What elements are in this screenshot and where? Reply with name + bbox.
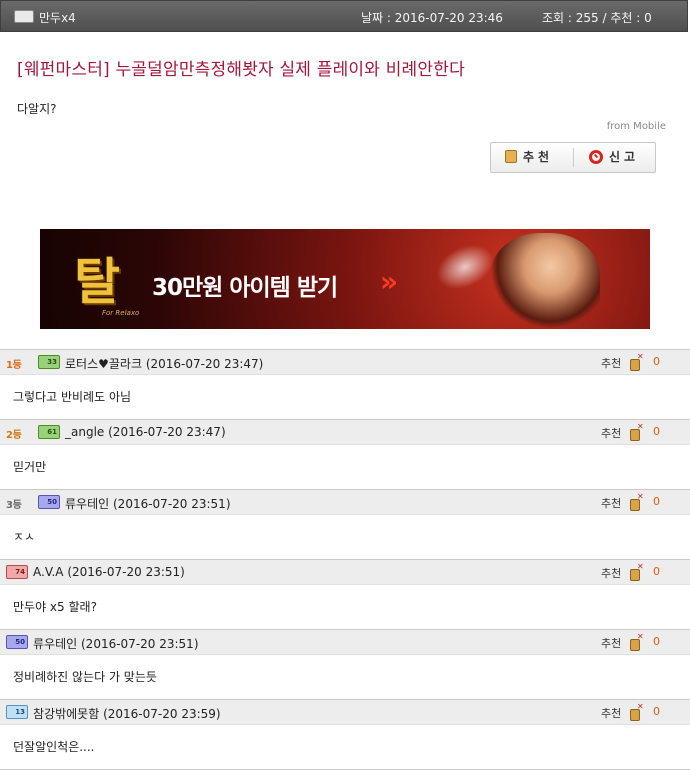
level-badge-icon: 61 xyxy=(38,425,60,439)
comment-item: 3등 50 류우테인 (2016-07-20 23:51) 추천 0 ㅈㅅ xyxy=(0,490,690,560)
stats-separator: / xyxy=(598,11,611,25)
comment-author[interactable]: 류우테인 xyxy=(65,497,109,511)
comment-item: 13 참강밖에못함 (2016-07-20 23:59) 추천 0 던잘알인척은.... xyxy=(0,700,690,770)
comment-time: (2016-07-20 23:59) xyxy=(103,707,221,721)
recommend-icon[interactable] xyxy=(629,632,644,651)
comment-recommend-count: 0 xyxy=(653,565,660,578)
comment-recommend-label[interactable]: 추천 xyxy=(601,565,621,581)
comment-text: 믿거만 xyxy=(13,460,47,474)
comment-header: 74 A.V.A (2016-07-20 23:51) 추천 0 xyxy=(0,560,690,585)
comment-author[interactable]: A.V.A xyxy=(33,565,64,579)
views-label: 조회 : xyxy=(542,11,576,25)
comment-recommend-count: 0 xyxy=(653,425,660,438)
comment-item: 50 류우테인 (2016-07-20 23:51) 추천 0 정비례하진 않는다 가 … xyxy=(0,630,690,700)
comment-header: 1등 33 로터스♥끌라크 (2016-07-20 23:47) 추천 0 xyxy=(0,350,690,375)
post-actions: 추천 신고 xyxy=(490,142,656,173)
recs-label: 추천 : xyxy=(610,11,645,25)
post-date: 날짜 : 2016-07-20 23:46 xyxy=(361,9,503,26)
banner-brand: For Relaxo xyxy=(102,309,140,317)
comment-rank: 2등 xyxy=(6,430,22,441)
report-label: 신고 xyxy=(609,150,640,164)
comment-text: 만두야 x5 할래? xyxy=(13,600,97,614)
date-label: 날짜 : xyxy=(361,11,395,25)
chevron-right-icon: » xyxy=(380,265,398,298)
comment-author-line: 참강밖에못함 (2016-07-20 23:59) xyxy=(33,705,221,722)
recommend-icon[interactable] xyxy=(629,492,644,511)
post-author[interactable]: 만두x4 xyxy=(39,9,76,26)
level-badge-icon: 50 xyxy=(38,495,60,509)
post-header-bar: 만두x4 날짜 : 2016-07-20 23:46 조회 : 255 / 추천… xyxy=(0,0,688,32)
comment-time: (2016-07-20 23:51) xyxy=(67,565,185,579)
recommend-icon[interactable] xyxy=(629,562,644,581)
comment-recommend-label[interactable]: 추천 xyxy=(601,495,621,511)
comment-rank: 1등 xyxy=(6,360,22,371)
views-value: 255 xyxy=(575,11,599,25)
author-level-icon xyxy=(14,10,34,23)
actions-divider xyxy=(573,148,574,167)
comment-header: 13 참강밖에못함 (2016-07-20 23:59) 추천 0 xyxy=(0,700,690,725)
comment-author[interactable]: _angle xyxy=(65,425,104,439)
comment-header: 3등 50 류우테인 (2016-07-20 23:51) 추천 0 xyxy=(0,490,690,515)
recommend-label: 추천 xyxy=(523,150,554,164)
comment-item: 74 A.V.A (2016-07-20 23:51) 추천 0 만두야 x5 할래? xyxy=(0,560,690,630)
comment-list: 1등 33 로터스♥끌라크 (2016-07-20 23:47) 추천 0 그렇다고 반비… xyxy=(0,349,690,770)
comment-time: (2016-07-20 23:51) xyxy=(113,497,231,511)
comment-recommend-label[interactable]: 추천 xyxy=(601,635,621,651)
date-value: 2016-07-20 23:46 xyxy=(394,11,503,25)
post-body: 다알지? xyxy=(17,102,57,116)
ad-banner[interactable]: 탈 For Relaxo 30만원 아이템 받기 » xyxy=(40,229,650,329)
thumbs-up-icon xyxy=(505,150,517,163)
from-mobile-label: from Mobile xyxy=(606,121,666,132)
no-sign-icon xyxy=(589,150,603,164)
comment-header: 50 류우테인 (2016-07-20 23:51) 추천 0 xyxy=(0,630,690,655)
comment-recommend-label[interactable]: 추천 xyxy=(601,705,621,721)
post-title: [웨펀마스터] 누골덜암만측정해봣자 실제 플레이와 비례안한다 xyxy=(17,60,465,80)
comment-time: (2016-07-20 23:47) xyxy=(108,425,226,439)
recommend-button[interactable]: 추천 xyxy=(505,143,553,172)
comment-text: ㅈㅅ xyxy=(13,530,36,544)
comment-text: 던잘알인척은.... xyxy=(13,740,95,754)
comment-recommend-label[interactable]: 추천 xyxy=(601,355,621,371)
recommend-icon[interactable] xyxy=(629,702,644,721)
comment-item: 1등 33 로터스♥끌라크 (2016-07-20 23:47) 추천 0 그렇다고 반비… xyxy=(0,350,690,420)
comment-recommend-count: 0 xyxy=(653,635,660,648)
comment-author[interactable]: 류우테인 xyxy=(33,637,77,651)
comment-author-line: 로터스♥끌라크 (2016-07-20 23:47) xyxy=(65,355,263,372)
banner-promo-text: 30만원 아이템 받기 xyxy=(152,275,338,301)
recs-value: 0 xyxy=(644,11,652,25)
report-button[interactable]: 신고 xyxy=(589,143,639,172)
level-badge-icon: 13 xyxy=(6,705,28,719)
banner-character-image xyxy=(490,233,600,329)
level-badge-icon: 74 xyxy=(6,565,28,579)
comment-text: 정비례하진 않는다 가 맞는듯 xyxy=(13,670,157,684)
comment-recommend-label[interactable]: 추천 xyxy=(601,425,621,441)
recommend-icon[interactable] xyxy=(629,352,644,371)
comment-author-line: 류우테인 (2016-07-20 23:51) xyxy=(65,495,231,512)
level-badge-icon: 50 xyxy=(6,635,28,649)
recommend-icon[interactable] xyxy=(629,422,644,441)
comment-time: (2016-07-20 23:47) xyxy=(145,357,264,371)
comment-author-line: A.V.A (2016-07-20 23:51) xyxy=(33,565,185,579)
comment-author[interactable]: 로터스♥끌라크 xyxy=(65,357,142,371)
comment-author-line: 류우테인 (2016-07-20 23:51) xyxy=(33,635,199,652)
comment-recommend-count: 0 xyxy=(653,495,660,508)
post-stats: 조회 : 255 / 추천 : 0 xyxy=(542,9,652,26)
comment-author-line: _angle (2016-07-20 23:47) xyxy=(65,425,226,439)
comment-header: 2등 61 _angle (2016-07-20 23:47) 추천 0 xyxy=(0,420,690,445)
level-badge-icon: 33 xyxy=(38,355,60,369)
comment-recommend-count: 0 xyxy=(653,705,660,718)
comment-author[interactable]: 참강밖에못함 xyxy=(33,707,99,721)
game-logo: 탈 xyxy=(74,252,120,311)
comment-text: 그렇다고 반비례도 아님 xyxy=(13,390,132,404)
comment-item: 2등 61 _angle (2016-07-20 23:47) 추천 0 믿거만 xyxy=(0,420,690,490)
comment-time: (2016-07-20 23:51) xyxy=(81,637,199,651)
comment-rank: 3등 xyxy=(6,500,22,511)
comment-recommend-count: 0 xyxy=(653,355,660,368)
